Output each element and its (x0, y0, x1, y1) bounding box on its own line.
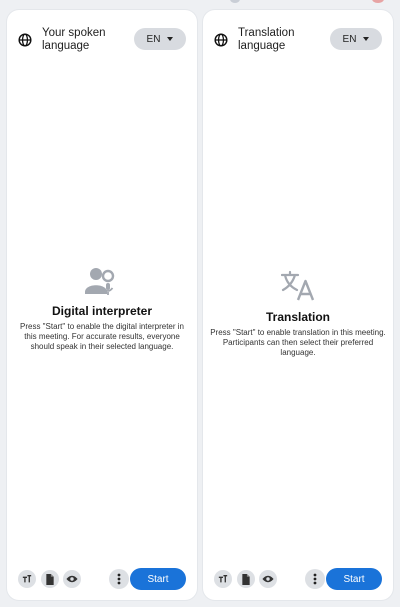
document-icon (46, 573, 54, 585)
document-button[interactable] (41, 570, 59, 588)
feature-title: Translation (265, 310, 330, 324)
person-voice-icon (85, 268, 115, 295)
translation-panel: Translation language EN Translation Pres… (203, 10, 393, 600)
panel-footer: Start (7, 568, 197, 590)
document-button[interactable] (237, 570, 255, 588)
language-code: EN (146, 33, 161, 45)
view-button[interactable] (63, 570, 81, 588)
feature-description: Press "Start" to enable the digital inte… (20, 322, 184, 351)
translation-language-label: Translation language (238, 27, 295, 52)
globe-icon (18, 33, 32, 47)
text-size-button[interactable] (18, 570, 36, 588)
document-icon (242, 573, 250, 585)
text-size-icon (22, 575, 32, 583)
feature-info: Translation Press "Start" to enable tran… (203, 270, 393, 358)
start-button[interactable]: Start (130, 568, 186, 590)
more-options-button[interactable] (305, 569, 325, 589)
panel-header: Translation language EN (203, 10, 393, 66)
interpreter-screen: Your spoken language EN Digital interpre… (0, 0, 400, 607)
feature-description: Press "Start" to enable translation in t… (210, 328, 386, 357)
more-vertical-icon (117, 573, 121, 585)
translate-icon (281, 270, 315, 301)
translation-language-select[interactable]: EN (330, 28, 382, 50)
feature-info: Digital interpreter Press "Start" to ena… (7, 266, 197, 352)
language-code: EN (342, 33, 357, 45)
top-partial-badge (372, 0, 384, 3)
start-button[interactable]: Start (326, 568, 382, 590)
top-partial-icon (230, 0, 240, 3)
text-size-icon (218, 575, 228, 583)
eye-icon (262, 575, 274, 583)
spoken-language-select[interactable]: EN (134, 28, 186, 50)
eye-icon (66, 575, 78, 583)
more-options-button[interactable] (109, 569, 129, 589)
chevron-down-icon (167, 37, 174, 41)
globe-icon (214, 33, 228, 47)
view-button[interactable] (259, 570, 277, 588)
chevron-down-icon (363, 37, 370, 41)
text-size-button[interactable] (214, 570, 232, 588)
top-strip (0, 0, 400, 8)
feature-title: Digital interpreter (51, 304, 153, 318)
panel-header: Your spoken language EN (7, 10, 197, 66)
panel-footer: Start (203, 568, 393, 590)
spoken-language-label: Your spoken language (42, 27, 106, 52)
digital-interpreter-panel: Your spoken language EN Digital interpre… (7, 10, 197, 600)
more-vertical-icon (313, 573, 317, 585)
